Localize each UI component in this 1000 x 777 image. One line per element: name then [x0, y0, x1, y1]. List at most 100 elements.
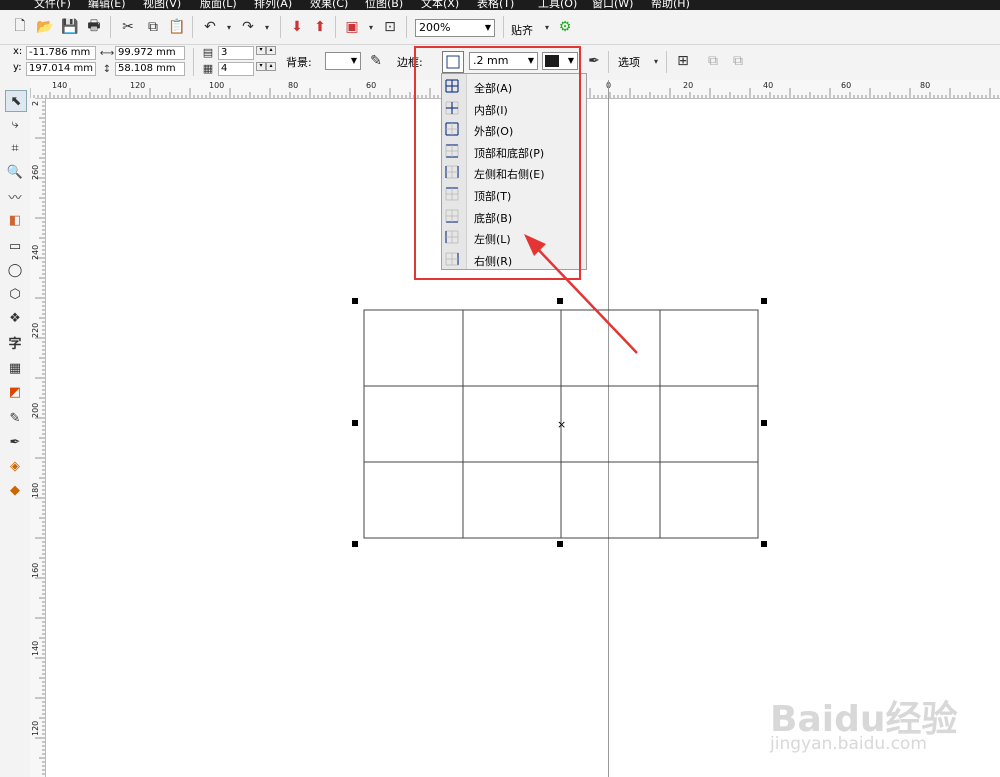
separator — [406, 16, 407, 38]
options-icon[interactable]: ⚙ — [555, 17, 575, 37]
selection-handle-top-right[interactable] — [761, 298, 767, 304]
selection-handle-bottom-right[interactable] — [761, 541, 767, 547]
selection-handle-top-left[interactable] — [352, 298, 358, 304]
selection-handle-right[interactable] — [761, 420, 767, 426]
menubar: 文件(F) 编辑(E) 视图(V) 版面(L) 排列(A) 效果(C) 位图(B) 文本(X)… — [0, 0, 1000, 10]
arrange-forward-icon: ⧉ — [708, 53, 718, 69]
snap-dropdown-icon[interactable]: ▾ — [537, 17, 557, 37]
crop-tool-icon[interactable]: ⌗ — [5, 138, 25, 158]
selection-handle-left[interactable] — [352, 420, 358, 426]
smart-fill-tool-icon[interactable]: ◧ — [5, 210, 25, 230]
separator — [608, 51, 609, 73]
zoom-tool-icon[interactable]: 🔍 — [5, 162, 25, 182]
selection-handle-bottom[interactable] — [557, 541, 563, 547]
y-position-field[interactable]: 197.014 mm — [26, 62, 96, 76]
open-folder-icon[interactable]: 📂 — [35, 17, 55, 37]
ruler-label: 40 — [763, 81, 774, 90]
cut-icon[interactable]: ✂ — [118, 17, 138, 37]
application-launcher-icon[interactable]: ▣ — [342, 17, 362, 37]
copy-icon[interactable]: ⧉ — [143, 17, 163, 37]
ruler-label: 120 — [31, 720, 40, 736]
undo-icon[interactable]: ↶ — [200, 17, 220, 37]
columns-field[interactable]: 4 — [218, 62, 254, 76]
options-button[interactable]: 选项 — [618, 54, 640, 70]
columns-spin-down[interactable]: ▾ — [256, 62, 266, 71]
chevron-down-icon: ▼ — [484, 23, 491, 32]
options-dropdown-icon[interactable]: ▾ — [646, 51, 666, 71]
rectangle-tool-icon[interactable]: ▭ — [5, 236, 25, 256]
ellipse-tool-icon[interactable]: ◯ — [5, 260, 25, 280]
ruler-label: 140 — [52, 81, 68, 90]
ruler-label: 80 — [288, 81, 299, 90]
height-field[interactable]: 58.108 mm — [115, 62, 185, 76]
y-position-label: y: — [13, 62, 22, 73]
welcome-screen-icon[interactable]: ⊡ — [380, 17, 400, 37]
snap-to-button[interactable]: 贴齐 — [511, 22, 533, 38]
menu-item[interactable]: 位图(B) — [365, 0, 403, 10]
new-document-icon[interactable]: 🗋 — [10, 17, 30, 37]
edit-fill-icon[interactable]: ✎ — [366, 51, 386, 71]
save-icon[interactable]: 💾 — [60, 17, 80, 37]
undo-dropdown-icon[interactable]: ▾ — [219, 17, 239, 37]
separator — [193, 48, 194, 76]
selection-handle-bottom-left[interactable] — [352, 541, 358, 547]
export-icon[interactable]: ⬆ — [310, 17, 330, 37]
menu-item[interactable]: 帮助(H) — [651, 0, 690, 10]
columns-icon: ▦ — [202, 61, 214, 75]
menu-item[interactable]: 编辑(E) — [88, 0, 126, 10]
redo-icon[interactable]: ↷ — [238, 17, 258, 37]
pick-tool-icon[interactable]: ⬉ — [5, 90, 27, 112]
outline-tool-icon[interactable]: ✒ — [5, 432, 25, 452]
import-icon[interactable]: ⬇ — [287, 17, 307, 37]
zoom-level-combo[interactable]: 200% ▼ — [415, 19, 495, 37]
ruler-label: 60 — [366, 81, 377, 90]
menu-item[interactable]: 窗口(W) — [592, 0, 633, 10]
menu-item[interactable]: 工具(O) — [538, 0, 577, 10]
separator — [335, 16, 336, 38]
menu-item[interactable]: 效果(C) — [310, 0, 348, 10]
width-field[interactable]: 99.972 mm — [115, 46, 185, 60]
separator — [280, 16, 281, 38]
paste-icon[interactable]: 📋 — [167, 17, 187, 37]
background-color-picker[interactable]: ▼ — [325, 52, 361, 70]
parallel-dimension-tool-icon[interactable]: ◩ — [5, 382, 25, 402]
print-icon[interactable]: 🖶 — [84, 17, 104, 37]
shape-tool-icon[interactable]: ⤷ — [5, 114, 25, 134]
arrange-back-icon: ⧉ — [733, 53, 743, 69]
rows-spin-down[interactable]: ▾ — [256, 46, 266, 55]
vertical-ruler-ticks — [35, 98, 45, 775]
eyedropper-tool-icon[interactable]: ✎ — [5, 408, 25, 428]
arrow-shaft — [531, 242, 638, 354]
fill-tool-icon[interactable]: ◈ — [5, 456, 25, 476]
text-tool-icon[interactable]: 字 — [5, 332, 25, 352]
center-marker-icon: × — [557, 418, 566, 431]
redo-dropdown-icon[interactable]: ▾ — [257, 17, 277, 37]
menu-item[interactable]: 文本(X) — [421, 0, 459, 10]
menu-item[interactable]: 文件(F) — [34, 0, 71, 10]
ruler-label: 220 — [31, 322, 40, 338]
standard-toolbar: 🗋 📂 💾 🖶 ✂ ⧉ 📋 ↶ ▾ ↷ ▾ ⬇ ⬆ ▣ ▾ ⊡ 200% ▼ 贴… — [0, 10, 1000, 45]
menu-item[interactable]: 排列(A) — [254, 0, 292, 10]
menu-item[interactable]: 版面(L) — [200, 0, 237, 10]
ruler-label: 120 — [130, 81, 146, 90]
columns-spin-up[interactable]: ▴ — [266, 62, 276, 71]
table-tool-icon[interactable]: ▦ — [5, 358, 25, 378]
wrap-paragraph-text-icon[interactable]: ⊞ — [673, 51, 693, 71]
x-position-label: x: — [13, 46, 23, 57]
launcher-dropdown-icon[interactable]: ▾ — [361, 17, 381, 37]
freehand-tool-icon[interactable]: 〰 — [5, 186, 25, 206]
x-position-field[interactable]: -11.786 mm — [26, 46, 96, 60]
watermark-url: jingyan.baidu.com — [770, 734, 927, 754]
rows-spin-up[interactable]: ▴ — [266, 46, 276, 55]
separator — [110, 16, 111, 38]
basic-shapes-tool-icon[interactable]: ❖ — [5, 308, 25, 328]
rows-field[interactable]: 3 — [218, 46, 254, 60]
ruler-label: 160 — [31, 562, 40, 578]
ruler-label: 100 — [209, 81, 225, 90]
interactive-fill-tool-icon[interactable]: ◆ — [5, 480, 25, 500]
outline-pen-icon[interactable]: ✒ — [584, 51, 604, 71]
menu-item[interactable]: 视图(V) — [143, 0, 181, 10]
menu-item[interactable]: 表格(T) — [477, 0, 514, 10]
polygon-tool-icon[interactable]: ⬡ — [5, 284, 25, 304]
vertical-ruler[interactable]: 260 240 220 200 180 160 140 120 2 — [30, 98, 46, 777]
